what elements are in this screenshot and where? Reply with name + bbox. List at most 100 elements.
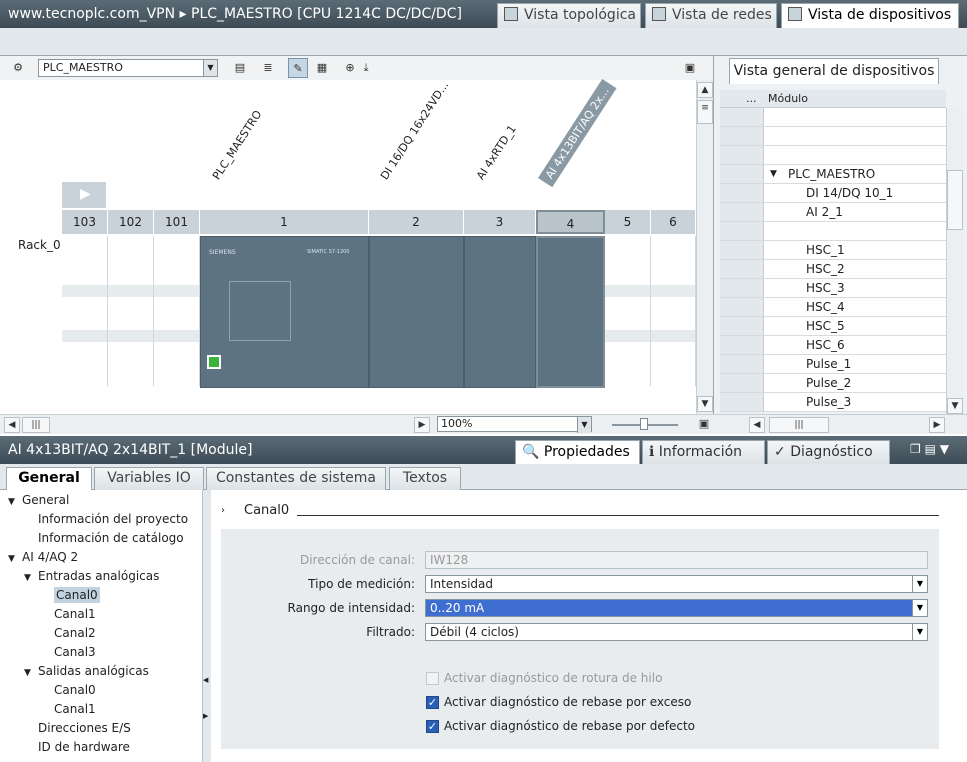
expand-icon[interactable]: ▼ bbox=[8, 550, 22, 569]
device-select[interactable]: PLC_MAESTRO ▼ bbox=[38, 59, 218, 77]
tab-network-view[interactable]: Vista de redes bbox=[645, 3, 777, 28]
slot-header[interactable]: 6 bbox=[651, 210, 696, 234]
overview-row[interactable]: ▼ PLC_MAESTRO bbox=[720, 165, 946, 184]
current-range-select[interactable]: 0..20 mA ▼ bbox=[425, 599, 928, 617]
scroll-left-icon[interactable]: ◀ bbox=[203, 676, 208, 684]
name-icon[interactable]: ≣ bbox=[258, 58, 278, 78]
col-dots[interactable]: ... bbox=[746, 90, 757, 108]
underflow-checkbox[interactable]: ✓ bbox=[426, 720, 439, 733]
tab-topology-view[interactable]: Vista topológica bbox=[497, 3, 641, 28]
subtab-io-variables[interactable]: Variables IO bbox=[94, 467, 204, 490]
panel-icon[interactable]: ▣ bbox=[680, 58, 700, 78]
slot-header[interactable]: 101 bbox=[154, 210, 200, 234]
nav-item[interactable]: Canal0 bbox=[0, 681, 202, 700]
scroll-down-icon[interactable]: ▼ bbox=[947, 398, 963, 414]
expand-rack-button[interactable]: ▶ bbox=[62, 182, 106, 208]
canvas-vertical-scrollbar[interactable]: ▲ ≡ ▼ bbox=[696, 80, 713, 414]
nav-item[interactable]: ▼ AI 4/AQ 2 bbox=[0, 548, 202, 567]
overview-row[interactable] bbox=[720, 108, 946, 127]
subtab-system-constants[interactable]: Constantes de sistema bbox=[206, 467, 386, 490]
overview-row[interactable]: HSC_6 bbox=[720, 336, 946, 355]
module-aiaq-selected[interactable] bbox=[536, 236, 605, 388]
rack-icon[interactable]: ▤ bbox=[230, 58, 250, 78]
scroll-thumb[interactable]: ||| bbox=[22, 417, 50, 433]
nav-item[interactable]: ▼ Salidas analógicas bbox=[0, 662, 202, 681]
empty-slot[interactable] bbox=[651, 236, 696, 386]
nav-item[interactable]: Canal1 bbox=[0, 605, 202, 624]
module-cpu[interactable]: SIEMENS SIMATIC S7-1200 bbox=[200, 236, 369, 388]
scroll-thumb[interactable]: ≡ bbox=[697, 100, 713, 124]
nav-item[interactable]: Información de catálogo bbox=[0, 529, 202, 548]
overview-row[interactable]: DI 14/DQ 10_1 bbox=[720, 184, 946, 203]
tab-device-view[interactable]: Vista de dispositivos bbox=[781, 3, 959, 28]
expand-icon[interactable]: ▼ bbox=[24, 569, 38, 588]
expand-icon[interactable]: ▼ bbox=[770, 165, 777, 183]
overview-row[interactable]: HSC_4 bbox=[720, 298, 946, 317]
subtab-general[interactable]: General bbox=[6, 467, 92, 491]
grid-icon[interactable]: ▦ bbox=[312, 58, 332, 78]
slot-header[interactable]: 1 bbox=[200, 210, 369, 234]
empty-slot[interactable] bbox=[605, 236, 651, 386]
nav-item[interactable]: ▼ General bbox=[0, 491, 202, 510]
scroll-right-icon[interactable]: ▶ bbox=[203, 712, 208, 720]
tab-info[interactable]: ℹ Información bbox=[642, 440, 765, 464]
chevron-down-icon[interactable]: ▼ bbox=[912, 624, 927, 640]
module-rtd[interactable] bbox=[464, 236, 536, 388]
overview-row[interactable] bbox=[720, 146, 946, 165]
overview-row[interactable]: HSC_1 bbox=[720, 241, 946, 260]
overview-vertical-scrollbar[interactable]: ▼ bbox=[946, 108, 963, 414]
nav-item[interactable]: Canal0 bbox=[0, 586, 202, 605]
nav-item[interactable]: Canal2 bbox=[0, 624, 202, 643]
tab-diagnostics[interactable]: ✓ Diagnóstico bbox=[767, 440, 890, 464]
slot-header[interactable]: 3 bbox=[464, 210, 536, 234]
overview-row[interactable]: Pulse_3 bbox=[720, 393, 946, 412]
overview-row[interactable]: HSC_3 bbox=[720, 279, 946, 298]
zoom-select[interactable]: 100% ▼ bbox=[437, 416, 592, 433]
scroll-down-icon[interactable]: ▼ bbox=[697, 396, 713, 412]
chevron-down-icon[interactable]: ▼ bbox=[912, 576, 927, 592]
overflow-checkbox[interactable]: ✓ bbox=[426, 696, 439, 709]
zoom-slider-thumb[interactable] bbox=[640, 418, 648, 430]
slot-header-selected[interactable]: 4 bbox=[536, 210, 605, 234]
tab-properties[interactable]: 🔍 Propiedades bbox=[515, 440, 640, 464]
overview-row[interactable]: AI 2_1 bbox=[720, 203, 946, 222]
slot-header[interactable]: 102 bbox=[108, 210, 154, 234]
fit-icon[interactable]: ▣ bbox=[694, 414, 714, 434]
overview-row[interactable] bbox=[720, 222, 946, 241]
scroll-thumb[interactable] bbox=[947, 170, 963, 230]
device-tree-icon[interactable]: ⚙ bbox=[8, 58, 28, 78]
chevron-down-icon[interactable]: ▼ bbox=[203, 60, 217, 76]
col-module[interactable]: Módulo bbox=[768, 90, 808, 108]
overview-row[interactable]: Pulse_1 bbox=[720, 355, 946, 374]
slot-header[interactable]: 2 bbox=[369, 210, 464, 234]
expand-icon[interactable]: ▼ bbox=[24, 664, 38, 683]
scroll-left-icon[interactable]: ◀ bbox=[4, 417, 20, 433]
download-icon[interactable]: ⤓ bbox=[356, 58, 376, 78]
nav-item[interactable]: Direcciones E/S bbox=[0, 719, 202, 738]
nav-item[interactable]: Canal3 bbox=[0, 643, 202, 662]
maximize-icon[interactable]: ▤ bbox=[925, 442, 936, 456]
overview-row[interactable] bbox=[720, 127, 946, 146]
nav-item[interactable]: Información del proyecto bbox=[0, 510, 202, 529]
empty-slot[interactable] bbox=[62, 236, 108, 386]
empty-slot[interactable] bbox=[154, 236, 200, 386]
scroll-left-icon[interactable]: ◀ bbox=[749, 417, 765, 433]
canvas-horizontal-scrollbar[interactable]: ◀ ||| ▶ bbox=[0, 414, 713, 434]
pen-icon[interactable]: ✎ bbox=[288, 58, 308, 78]
overview-row[interactable]: HSC_2 bbox=[720, 260, 946, 279]
section-collapse-icon[interactable]: › bbox=[221, 505, 225, 516]
chevron-down-icon[interactable]: ▼ bbox=[577, 417, 591, 433]
scroll-up-icon[interactable]: ▲ bbox=[697, 82, 713, 98]
nav-scrollbar[interactable]: ◀ ▶ bbox=[202, 490, 211, 762]
nav-item[interactable]: Canal1 bbox=[0, 700, 202, 719]
nav-item[interactable]: ID de hardware bbox=[0, 738, 202, 757]
overview-row[interactable]: Pulse_2 bbox=[720, 374, 946, 393]
nav-item[interactable]: ▼ Entradas analógicas bbox=[0, 567, 202, 586]
scroll-thumb[interactable]: ||| bbox=[769, 417, 829, 433]
expand-icon[interactable]: ▼ bbox=[8, 493, 22, 512]
empty-slot[interactable] bbox=[108, 236, 154, 386]
collapse-icon[interactable]: ▼ bbox=[940, 442, 949, 456]
float-icon[interactable]: ❐ bbox=[910, 442, 921, 456]
scroll-right-icon[interactable]: ▶ bbox=[414, 417, 430, 433]
inspector-window-controls[interactable]: ❐ ▤ ▼ bbox=[910, 442, 949, 456]
